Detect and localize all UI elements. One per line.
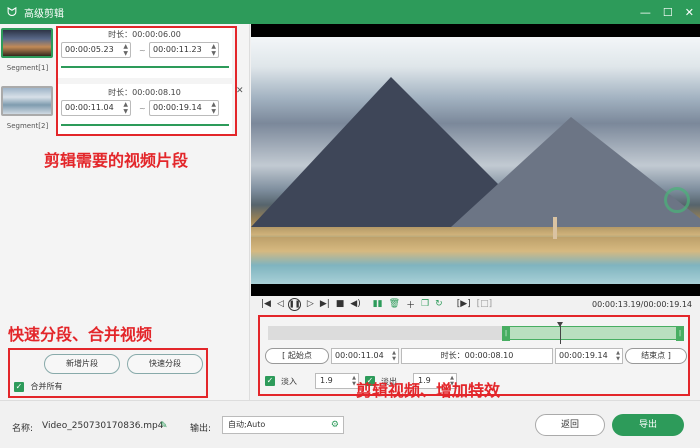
segment-thumbnail-1[interactable]: Segment[1] xyxy=(0,26,55,78)
merge-all-label: 合并所有 xyxy=(30,382,63,391)
end-label: 结束点 xyxy=(641,351,666,360)
next-frame-icon[interactable]: ▷ xyxy=(307,299,314,309)
skip-start-icon[interactable]: |◀ xyxy=(261,299,271,309)
merge-all-checkbox[interactable]: ✓ 合并所有 xyxy=(14,381,63,392)
add-icon[interactable]: ＋ xyxy=(406,298,415,311)
end-time-value: 00:00:19.14 xyxy=(559,351,608,360)
delete-icon[interactable]: 🗑 xyxy=(389,299,400,309)
video-frame xyxy=(251,37,700,284)
annotation-segments: 剪辑需要的视频片段 xyxy=(44,151,189,170)
player-controls: |◀ ◁ ❚❚ ▷ ▶| ■ ◀) ▮▮ 🗑 ＋ ❐ ↻ [▶] [□] 00:… xyxy=(251,296,700,312)
segment-thumbnail-2[interactable]: Segment[2] xyxy=(0,84,55,136)
selection-left-handle[interactable]: | xyxy=(502,327,510,341)
mark-out-icon[interactable]: [□] xyxy=(477,299,493,309)
edit-name-icon[interactable]: ✎ xyxy=(160,421,168,431)
output-label: 输出: xyxy=(190,424,212,434)
output-format-value: 自动;Auto xyxy=(228,420,266,429)
gear-icon[interactable]: ⚙ xyxy=(331,417,339,433)
set-start-button[interactable]: [ 起始点 xyxy=(265,348,329,364)
fade-in-label: 淡入 xyxy=(281,377,297,386)
segment-close-icon[interactable]: ✕ xyxy=(236,86,244,96)
name-label: 名称: xyxy=(12,424,34,434)
output-format-select[interactable]: 自动;Auto ⚙ xyxy=(222,416,344,434)
annotation-edit: 剪辑视频、增加特效 xyxy=(356,381,501,400)
minimize-icon[interactable]: — xyxy=(640,6,651,19)
add-segment-button[interactable]: 新增片段 xyxy=(44,354,120,374)
timeline-selection[interactable]: | | xyxy=(502,326,684,341)
mark-in-icon[interactable]: [▶] xyxy=(457,299,471,309)
footer-bar: 名称: Video_250730170836.mp4 ✎ 输出: 自动;Auto… xyxy=(0,381,700,448)
title-bar: ᗢ 高级剪辑 — ☐ ✕ xyxy=(0,0,700,24)
check-icon: ✓ xyxy=(14,381,24,392)
app-logo-icon: ᗢ xyxy=(7,4,17,19)
copy-icon[interactable]: ❐ xyxy=(421,299,429,309)
back-button[interactable]: 返回 xyxy=(535,414,605,436)
fade-in-input[interactable]: 1.9 ▲ ▼ xyxy=(315,373,359,389)
segment-panel: Segment[1] 时长：00:00:06.00 00:00:05.23 ▲ ▼ … xyxy=(0,24,250,400)
segments-highlight-box xyxy=(56,26,237,136)
quick-split-button[interactable]: 快速分段 xyxy=(127,354,203,374)
split-clip-icon[interactable]: ▮▮ xyxy=(373,299,383,309)
segment-label: Segment[2] xyxy=(6,122,49,130)
watermark-icon xyxy=(664,187,690,213)
fade-in-checkbox[interactable]: ✓ xyxy=(265,376,275,386)
timecode: 00:00:13.19/00:00:19.14 xyxy=(592,299,692,309)
end-time-input[interactable]: 00:00:19.14 ▲ ▼ xyxy=(555,348,623,364)
close-icon[interactable]: ✕ xyxy=(685,6,694,19)
stop-icon[interactable]: ■ xyxy=(336,299,345,309)
export-button[interactable]: 导出 xyxy=(612,414,684,436)
volume-icon[interactable]: ◀) xyxy=(350,299,360,309)
clip-duration: 时长：00:00:08.10 xyxy=(401,348,553,364)
video-preview[interactable] xyxy=(251,24,700,296)
playhead-marker[interactable] xyxy=(557,322,563,344)
segment-thumb-image xyxy=(1,28,53,58)
skip-end-icon[interactable]: ▶| xyxy=(320,299,330,309)
segment-label: Segment[1] xyxy=(6,64,49,72)
lake-shape xyxy=(251,237,700,284)
start-time-input[interactable]: 00:00:11.04 ▲ ▼ xyxy=(331,348,399,364)
annotation-split: 快速分段、合并视频 xyxy=(8,325,153,344)
spinner-icon[interactable]: ▲ ▼ xyxy=(616,350,620,362)
window-controls: — ☐ ✕ xyxy=(640,0,694,24)
fade-in-value: 1.9 xyxy=(320,376,333,385)
segment-thumb-image xyxy=(1,86,53,116)
window-title: 高级剪辑 xyxy=(24,8,64,20)
timeline-track[interactable]: | | xyxy=(268,322,684,344)
prev-frame-icon[interactable]: ◁ xyxy=(277,299,284,309)
start-time-value: 00:00:11.04 xyxy=(335,351,384,360)
output-filename: Video_250730170836.mp4 xyxy=(42,421,164,431)
selection-right-handle[interactable]: | xyxy=(676,327,684,341)
maximize-icon[interactable]: ☐ xyxy=(663,6,673,19)
rotate-icon[interactable]: ↻ xyxy=(435,299,443,309)
pause-icon[interactable]: ❚❚ xyxy=(287,297,301,311)
set-end-button[interactable]: 结束点 ] xyxy=(625,348,687,364)
mountain-shape xyxy=(451,117,700,227)
clip-range-row: [ 起始点 00:00:11.04 ▲ ▼ 时长：00:00:08.10 00:00… xyxy=(265,348,687,364)
animal-shape xyxy=(553,217,557,239)
start-label: 起始点 xyxy=(287,351,312,360)
spinner-icon[interactable]: ▲ ▼ xyxy=(392,350,396,362)
